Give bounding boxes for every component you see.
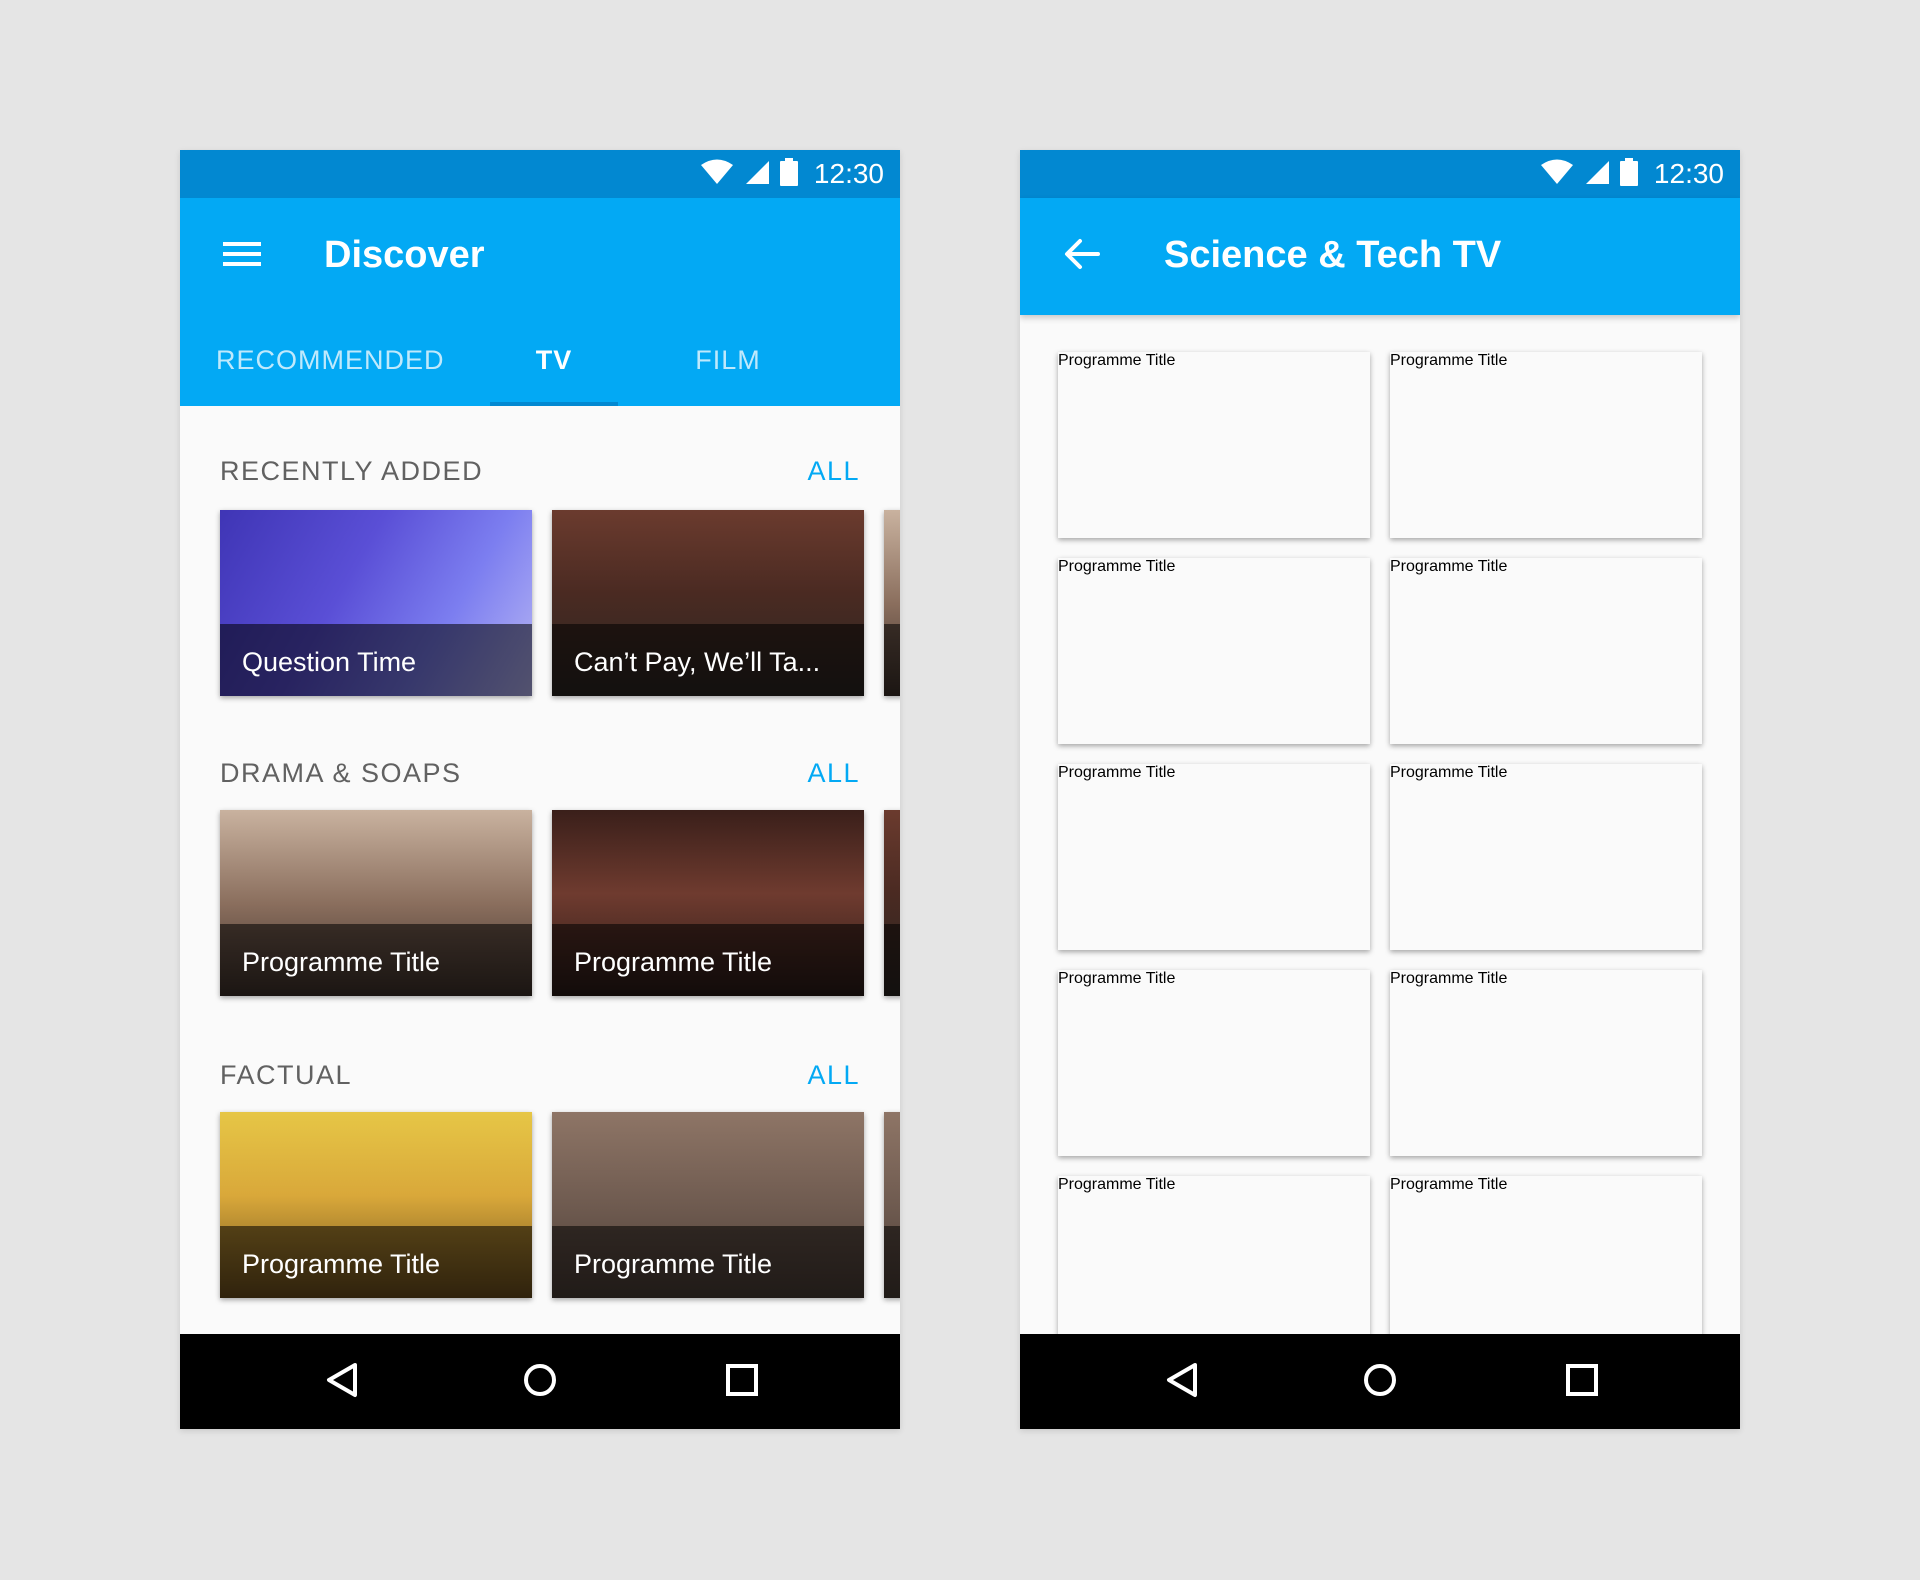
section-header-recently-added: RECENTLY ADDED ALL [220,456,860,496]
menu-button[interactable] [216,230,268,282]
system-nav-bar [1020,1334,1740,1429]
status-time: 12:30 [813,158,884,189]
battery-icon [779,157,798,191]
nav-recents-button[interactable] [718,1358,766,1406]
all-link[interactable]: ALL [807,758,860,789]
programme-title: Programme Title [1390,1176,1508,1193]
app-bar: Discover RECOMMENDED TV FILM [180,198,900,406]
status-bar: 12:30 [180,150,900,198]
page-title: Science & Tech TV [1164,234,1502,276]
nav-back-button[interactable] [318,1358,366,1406]
wifi-icon [700,159,734,190]
section-title: FACTUAL [220,1060,353,1090]
battery-icon [1619,157,1638,191]
discover-screen: 12:30 Discover RECOMMENDED TV FILM RECEN… [180,150,900,1429]
discover-content[interactable]: RECENTLY ADDED ALL Question Time Can’t P… [180,406,900,1334]
nav-back-icon [1165,1362,1199,1403]
system-nav-bar [180,1334,900,1429]
nav-back-button[interactable] [1158,1358,1206,1406]
programme-title: Programme Title [1390,352,1508,369]
cell-signal-icon [744,159,770,190]
section-title: RECENTLY ADDED [220,456,484,486]
programme-title: Programme Title [1390,764,1508,781]
nav-recents-icon [725,1363,759,1402]
nav-home-button[interactable] [1356,1358,1404,1406]
tab-bar: RECOMMENDED TV FILM [180,315,900,406]
programme-title: Programme Title [574,1249,773,1279]
nav-home-button[interactable] [516,1358,564,1406]
programme-title: Programme Title [242,947,441,977]
tab-film[interactable]: FILM [668,315,788,406]
section-header-factual: FACTUAL ALL [220,1060,860,1100]
nav-back-icon [325,1362,359,1403]
all-link[interactable]: ALL [807,456,860,487]
section-header-drama-soaps: DRAMA & SOAPS ALL [220,758,860,798]
programme-title: Can’t Pay, We’ll Ta... [574,647,821,677]
app-bar: Science & Tech TV [1020,198,1740,315]
programme-title: Programme Title [1390,970,1508,987]
programme-card[interactable]: Programme Title [220,810,532,996]
nav-home-icon [1362,1362,1398,1403]
back-arrow-icon [1064,238,1100,275]
section-title: DRAMA & SOAPS [220,758,462,788]
programme-title: Programme Title [242,1249,441,1279]
label-band [884,624,900,696]
programme-grid[interactable]: Programme Title Programme Title Programm… [1020,315,1740,1334]
label-band [884,924,900,996]
programme-title: Programme Title [1058,558,1176,575]
programme-card-peek[interactable] [884,810,900,996]
page-title: Discover [324,234,485,276]
programme-card[interactable]: Programme Title [552,810,864,996]
programme-card[interactable]: Programme Title [1058,558,1370,744]
tab-recommended[interactable]: RECOMMENDED [216,315,445,406]
programme-card[interactable]: Programme Title [220,1112,532,1298]
programme-card[interactable]: Programme Title [1058,352,1370,538]
programme-card[interactable]: Programme Title [552,1112,864,1298]
programme-card[interactable]: Programme Title [1390,764,1702,950]
nav-recents-icon [1565,1363,1599,1402]
programme-title: Programme Title [1058,1176,1176,1193]
programme-title: Programme Title [1058,764,1176,781]
programme-card[interactable]: Can’t Pay, We’ll Ta... [552,510,864,696]
programme-title: Programme Title [1058,352,1176,369]
nav-home-icon [522,1362,558,1403]
cell-signal-icon [1584,159,1610,190]
programme-title: Programme Title [574,947,773,977]
tab-tv[interactable]: TV [490,315,618,406]
programme-card[interactable]: Programme Title [1390,352,1702,538]
programme-title: Programme Title [1058,970,1176,987]
category-screen: 12:30 Science & Tech TV Programme Title … [1020,150,1740,1429]
programme-card[interactable]: Programme Title [1058,1176,1370,1334]
status-bar: 12:30 [1020,150,1740,198]
programme-card[interactable]: Programme Title [1058,764,1370,950]
back-button[interactable] [1056,230,1108,282]
programme-card[interactable]: Programme Title [1390,970,1702,1156]
programme-card-peek[interactable] [884,510,900,696]
nav-recents-button[interactable] [1558,1358,1606,1406]
label-band [884,1226,900,1298]
programme-card[interactable]: Programme Title [1058,970,1370,1156]
programme-card-peek[interactable] [884,1112,900,1298]
programme-card[interactable]: Question Time [220,510,532,696]
status-time: 12:30 [1653,158,1724,189]
programme-card[interactable]: Programme Title [1390,1176,1702,1334]
menu-icon [223,240,261,273]
all-link[interactable]: ALL [807,1060,860,1091]
programme-title: Question Time [242,647,417,677]
programme-title: Programme Title [1390,558,1508,575]
programme-card[interactable]: Programme Title [1390,558,1702,744]
wifi-icon [1540,159,1574,190]
